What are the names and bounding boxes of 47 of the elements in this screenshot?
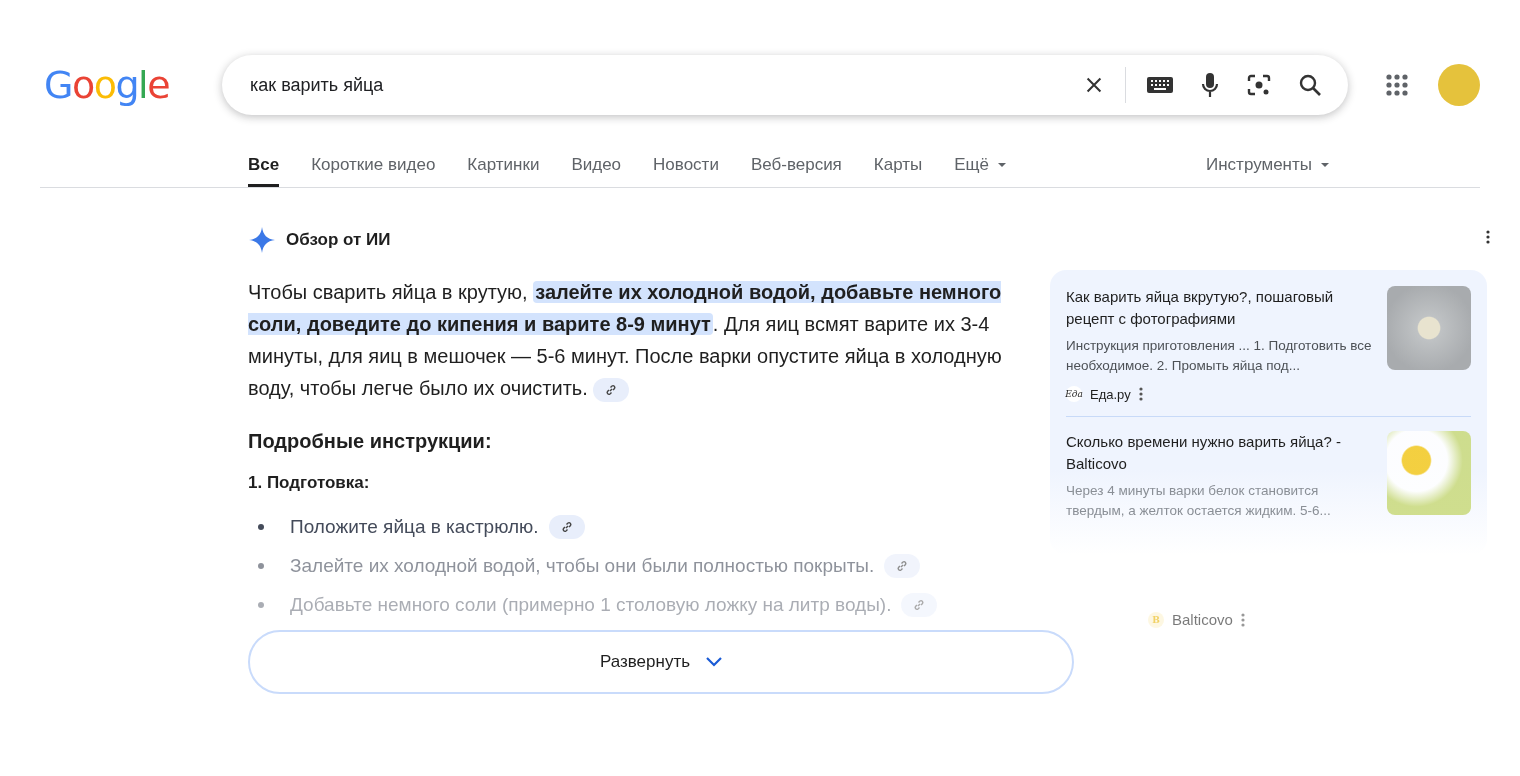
link-icon <box>913 598 926 611</box>
link-chip[interactable] <box>548 514 585 539</box>
tab[interactable]: Видео <box>571 143 622 187</box>
instruction-text: Положите яйца в кастрюлю. <box>290 515 539 538</box>
instruction-text: Добавьте немного соли (примерно 1 столовую ложку на литр воды). <box>290 593 892 616</box>
source-title[interactable]: Как варить яйца вкрутую?, пошаговый рецепт с фотографиями <box>1066 286 1373 330</box>
bullet-icon <box>258 601 264 608</box>
microphone-icon[interactable] <box>1200 72 1220 98</box>
site-logo: Еда <box>1066 386 1082 402</box>
expand-button[interactable]: Развернуть <box>248 630 1074 694</box>
link-icon <box>896 559 909 572</box>
more-options-icon[interactable] <box>1486 230 1490 244</box>
chevron-down-icon <box>706 657 723 667</box>
google-logo[interactable]: Google <box>44 63 222 107</box>
bullet-icon <box>258 523 264 530</box>
more-options-icon[interactable] <box>1138 387 1143 401</box>
search-icon[interactable] <box>1298 73 1322 97</box>
tab[interactable]: Ещё <box>954 143 1008 187</box>
caret-icon <box>1320 162 1330 168</box>
source-title[interactable]: Сколько времени нужно варить яйца? - Balticovo <box>1066 431 1373 475</box>
tab[interactable]: Все <box>248 143 280 187</box>
search-query: как варить яйца <box>250 74 385 96</box>
apps-grid-icon[interactable] <box>1386 74 1408 96</box>
link-icon <box>605 383 618 396</box>
summary-paragraph: Чтобы сварить яйца в крутую, залейте их холодной водой, добавьте немного соли, доведите до кипения и варите 8-9 минут. Для яиц всмят варите их 3-4 минуты, для яиц в мешочек — 5-6 минут. После варки опустите яйца в холодную воду, чтобы легче было их очистить. <box>248 276 1038 404</box>
camera-lens-icon[interactable] <box>1246 72 1272 98</box>
tab[interactable]: Карты <box>873 143 923 187</box>
site-logo: B <box>1148 611 1164 628</box>
ai-overview-title: Обзор от ИИ <box>286 230 391 250</box>
source-snippet: Через 4 минуты варки белок становится твердым, а желток остается жидким. 5-6... <box>1066 482 1332 520</box>
step-heading: 1. Подготовка: <box>248 473 371 493</box>
tab[interactable]: Веб-версия <box>750 143 842 187</box>
tools-button[interactable]: Инструменты <box>1206 143 1330 187</box>
site-name: Balticovo <box>1172 611 1233 628</box>
source-snippet: Инструкция приготовления ... 1. Подготовить все необходимое. 2. Промыть яйца под... <box>1066 337 1373 375</box>
link-chip[interactable] <box>593 377 630 402</box>
link-icon <box>560 520 573 533</box>
keyboard-icon[interactable] <box>1146 75 1174 95</box>
instruction-text: Залейте их холодной водой, чтобы они были полностью покрыты. <box>290 554 875 577</box>
tab[interactable]: Картинки <box>467 143 540 187</box>
tab[interactable]: Новости <box>653 143 719 187</box>
section-heading: Подробные инструкции: <box>248 430 493 453</box>
search-field[interactable]: как варить яйца <box>222 55 1348 115</box>
tab[interactable]: Короткие видео <box>311 143 436 187</box>
bullet-icon <box>258 562 264 569</box>
sparkle-icon <box>248 226 276 254</box>
site-name: Еда.ру <box>1090 386 1131 402</box>
